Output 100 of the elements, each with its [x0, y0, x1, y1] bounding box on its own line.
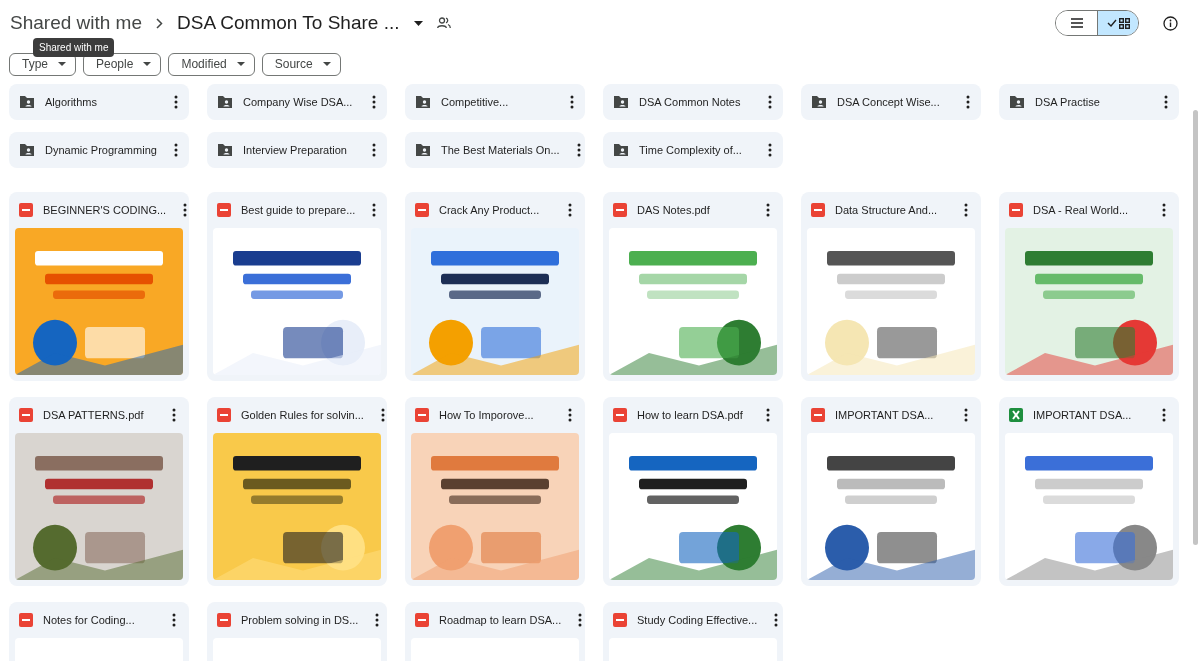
file-card[interactable]: DSA - Real World... [999, 192, 1179, 381]
folder-name: DSA Practise [1035, 96, 1101, 108]
folder-card[interactable]: Company Wise DSA... [207, 84, 387, 120]
file-name: Golden Rules for solvin... [241, 409, 364, 421]
grid-view-button[interactable] [1097, 11, 1138, 35]
folder-card[interactable]: Dynamic Programming [9, 132, 189, 168]
folder-title: DSA Common To Share ... [177, 12, 400, 34]
more-vertical-icon [172, 408, 176, 422]
file-card[interactable]: Best guide to prepare... [207, 192, 387, 381]
pdf-file-icon [217, 613, 231, 627]
shared-folder-icon [217, 95, 233, 109]
file-card[interactable]: Crack Any Product... [405, 192, 585, 381]
checkmark-icon [1106, 19, 1117, 27]
grid-icon [1118, 17, 1130, 29]
pdf-file-icon [811, 203, 825, 217]
more-vertical-icon [1164, 95, 1168, 109]
shared-folder-icon [1009, 95, 1025, 109]
file-card[interactable]: Golden Rules for solvin... [207, 397, 387, 586]
folder-card[interactable]: Algorithms [9, 84, 189, 120]
more-vertical-icon [568, 203, 572, 217]
file-card[interactable]: BEGINNER'S CODING... [9, 192, 189, 381]
filter-chip[interactable]: Source [261, 52, 341, 76]
pdf-file-icon [613, 613, 627, 627]
more-vertical-icon [172, 613, 176, 627]
list-icon [1070, 18, 1083, 28]
folder-card[interactable]: Competitive... [405, 84, 585, 120]
filter-chip[interactable]: Modified [168, 52, 255, 76]
file-name: How to learn DSA.pdf [637, 409, 744, 421]
pdf-file-icon [19, 203, 33, 217]
file-card[interactable]: Notes for Coding... [9, 602, 189, 661]
shared-folder-icon [811, 95, 827, 109]
tooltip: Shared with me [33, 38, 115, 57]
pdf-file-icon [415, 613, 429, 627]
chevron-right-icon [156, 17, 163, 29]
file-card[interactable]: Roadmap to learn DSA... [405, 602, 585, 661]
file-card[interactable]: Data Structure And... [801, 192, 981, 381]
folder-card[interactable]: Time Complexity of... [603, 132, 783, 168]
more-vertical-icon [174, 95, 178, 109]
file-card[interactable]: IMPORTANT DSA... [999, 397, 1179, 586]
file-name: How To Imporove... [439, 409, 535, 421]
shared-folder-icon [415, 95, 431, 109]
more-vertical-icon [375, 613, 380, 627]
dropdown-icon[interactable] [413, 20, 423, 26]
file-card[interactable]: Study Coding Effective... [603, 602, 783, 661]
file-name: Study Coding Effective... [637, 614, 758, 626]
folder-name: Competitive... [441, 96, 510, 108]
shared-folder-icon [613, 143, 629, 157]
more-vertical-icon [766, 408, 770, 422]
folder-card[interactable]: DSA Practise [999, 84, 1179, 120]
breadcrumb-link[interactable]: Shared with me [10, 12, 142, 34]
file-card[interactable]: IMPORTANT DSA... [801, 397, 981, 586]
folder-name: The Best Materials On... [441, 144, 560, 156]
more-vertical-icon [964, 408, 968, 422]
file-name: Crack Any Product... [439, 204, 541, 216]
folder-card[interactable]: The Best Materials On... [405, 132, 585, 168]
folder-card[interactable]: DSA Common Notes [603, 84, 783, 120]
caret-icon [143, 62, 152, 66]
more-vertical-icon [766, 203, 770, 217]
pdf-file-icon [415, 408, 429, 422]
more-vertical-icon [568, 408, 572, 422]
file-card[interactable]: DSA PATTERNS.pdf [9, 397, 189, 586]
pdf-file-icon [415, 203, 429, 217]
file-name: Data Structure And... [835, 204, 939, 216]
pdf-file-icon [19, 613, 33, 627]
folder-name: Dynamic Programming [45, 144, 157, 156]
folder-card[interactable]: DSA Concept Wise... [801, 84, 981, 120]
pdf-file-icon [613, 408, 627, 422]
file-name: DSA - Real World... [1033, 204, 1130, 216]
folder-name: DSA Concept Wise... [837, 96, 941, 108]
file-name: Problem solving in DS... [241, 614, 359, 626]
file-name: Roadmap to learn DSA... [439, 614, 562, 626]
file-card[interactable]: How To Imporove... [405, 397, 585, 586]
folder-card[interactable]: Interview Preparation [207, 132, 387, 168]
folder-name: Time Complexity of... [639, 144, 743, 156]
more-vertical-icon [1162, 203, 1166, 217]
filter-chip[interactable]: People [83, 52, 162, 76]
file-name: IMPORTANT DSA... [1033, 409, 1133, 421]
more-vertical-icon [768, 143, 772, 157]
shared-folder-icon [415, 143, 431, 157]
file-card[interactable]: DAS Notes.pdf [603, 192, 783, 381]
file-name: BEGINNER'S CODING... [43, 204, 167, 216]
caret-icon [58, 62, 66, 66]
scrollbar[interactable] [1193, 110, 1198, 545]
file-name: Best guide to prepare... [241, 204, 356, 216]
more-vertical-icon [372, 143, 376, 157]
info-button[interactable] [1163, 15, 1178, 31]
file-name: DSA PATTERNS.pdf [43, 409, 145, 421]
folder-name: Interview Preparation [243, 144, 348, 156]
pdf-file-icon [613, 203, 627, 217]
people-icon[interactable] [436, 17, 451, 29]
shared-folder-icon [19, 143, 35, 157]
more-vertical-icon [966, 95, 970, 109]
caret-icon [236, 62, 245, 66]
file-card[interactable]: How to learn DSA.pdf [603, 397, 783, 586]
folder-name: DSA Common Notes [639, 96, 742, 108]
pdf-file-icon [217, 203, 231, 217]
file-card[interactable]: Problem solving in DS... [207, 602, 387, 661]
more-vertical-icon [578, 613, 583, 627]
file-name: Notes for Coding... [43, 614, 136, 626]
file-name: IMPORTANT DSA... [835, 409, 935, 421]
